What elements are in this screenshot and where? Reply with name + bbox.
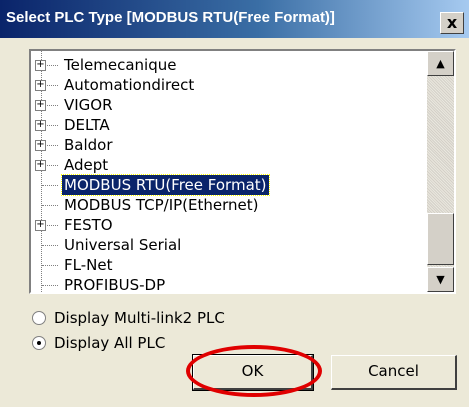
title-bar[interactable]: Select PLC Type [MODBUS RTU(Free Format)… (0, 0, 469, 38)
window-title: Select PLC Type [MODBUS RTU(Free Format)… (6, 9, 335, 26)
tree-list: + Telemecanique + Automationdirect + VIG… (31, 51, 427, 292)
expand-icon[interactable]: + (35, 60, 46, 71)
tree-item-profibus-dp[interactable]: PROFIBUS-DP (31, 275, 427, 294)
expand-icon[interactable]: + (35, 140, 46, 151)
radio-button-icon[interactable] (32, 311, 46, 325)
tree-item-label: FESTO (64, 216, 113, 234)
tree-item-modbus-tcpip[interactable]: MODBUS TCP/IP(Ethernet) (31, 195, 427, 215)
tree-item-label-selected: MODBUS RTU(Free Format) (61, 174, 270, 196)
expand-icon[interactable]: + (35, 160, 46, 171)
scroll-up-icon[interactable]: ▲ (427, 51, 454, 76)
tree-item-label: Telemecanique (64, 56, 177, 74)
expand-icon[interactable]: + (35, 80, 46, 91)
radio-label: Display All PLC (54, 334, 166, 352)
ok-button[interactable]: OK (192, 354, 314, 391)
tree-item-label: Universal Serial (64, 236, 182, 254)
radio-button-checked-icon[interactable] (32, 336, 46, 350)
tree-item-vigor[interactable]: + VIGOR (31, 95, 427, 115)
tree-item-label: Baldor (64, 136, 113, 154)
plc-type-tree[interactable]: + Telemecanique + Automationdirect + VIG… (29, 49, 456, 294)
tree-item-telemecanique[interactable]: + Telemecanique (31, 55, 427, 75)
tree-item-universal-serial[interactable]: Universal Serial (31, 235, 427, 255)
tree-item-label: PROFIBUS-DP (64, 276, 166, 294)
tree-item-modbus-rtu[interactable]: MODBUS RTU(Free Format) (31, 174, 427, 196)
tree-item-label: Automationdirect (64, 76, 195, 94)
cancel-button[interactable]: Cancel (331, 355, 457, 390)
tree-item-baldor[interactable]: + Baldor (31, 135, 427, 155)
close-button[interactable]: x (440, 12, 464, 34)
expand-icon[interactable]: + (35, 220, 46, 231)
expand-icon[interactable]: + (35, 100, 46, 111)
tree-item-fl-net[interactable]: FL-Net (31, 255, 427, 275)
scroll-down-icon[interactable]: ▼ (427, 267, 454, 292)
select-plc-type-dialog: Select PLC Type [MODBUS RTU(Free Format)… (0, 0, 469, 407)
tree-item-label: VIGOR (64, 96, 113, 114)
tree-item-label: FL-Net (64, 256, 113, 274)
tree-item-festo[interactable]: + FESTO (31, 215, 427, 235)
scroll-thumb[interactable] (427, 213, 454, 265)
expand-icon[interactable]: + (35, 120, 46, 131)
tree-item-label: DELTA (64, 116, 110, 134)
tree-item-adept[interactable]: + Adept (31, 155, 427, 175)
vertical-scrollbar[interactable]: ▲ ▼ (427, 51, 454, 292)
radio-label: Display Multi-link2 PLC (54, 309, 225, 327)
tree-item-automationdirect[interactable]: + Automationdirect (31, 75, 427, 95)
tree-item-label: Adept (64, 156, 109, 174)
tree-item-label: MODBUS TCP/IP(Ethernet) (64, 196, 259, 214)
tree-item-delta[interactable]: + DELTA (31, 115, 427, 135)
